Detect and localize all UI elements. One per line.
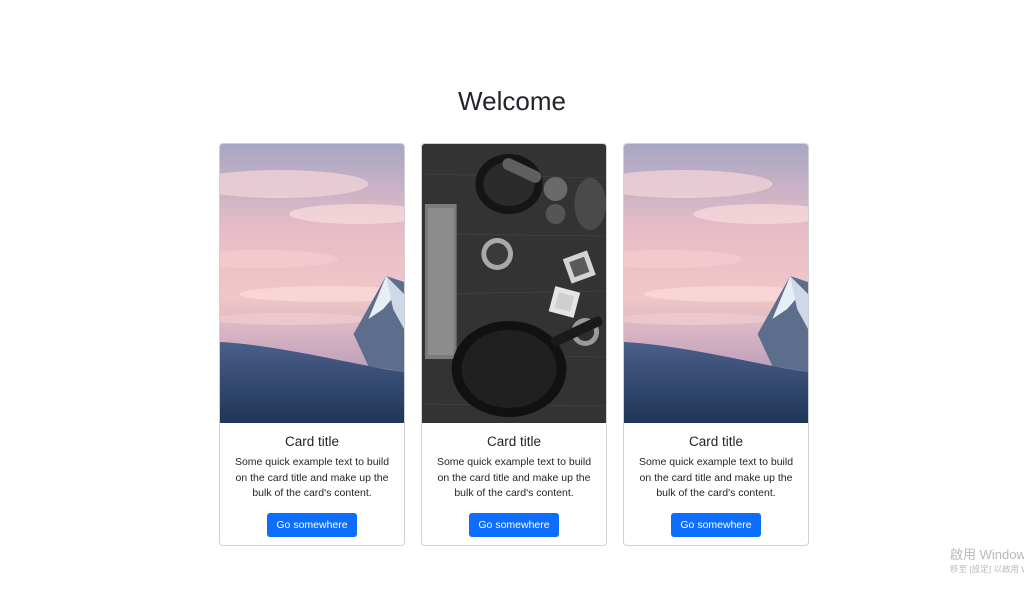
- card-image-mountain: [220, 144, 404, 423]
- watermark-line-1: 啟用 Windows: [950, 547, 1024, 562]
- card-text: Some quick example text to build on the …: [436, 456, 592, 499]
- card-title: Card title: [284, 434, 340, 449]
- go-somewhere-button[interactable]: Go somewhere: [267, 512, 357, 537]
- watermark-line-2: 移至 [設定] 以啟用 Windows。: [950, 564, 1024, 574]
- page-title: Welcome: [458, 86, 566, 116]
- card-image-kitchen: [422, 144, 606, 423]
- go-somewhere-button[interactable]: Go somewhere: [671, 512, 761, 537]
- card-row: Card title Some quick example text to bu…: [219, 143, 809, 546]
- card-text: Some quick example text to build on the …: [234, 456, 390, 499]
- card-2: Card title Some quick example text to bu…: [421, 143, 607, 546]
- go-somewhere-button[interactable]: Go somewhere: [469, 512, 559, 537]
- card-3: Card title Some quick example text to bu…: [623, 143, 809, 546]
- card-body: Card title Some quick example text to bu…: [220, 423, 404, 537]
- card-body: Card title Some quick example text to bu…: [624, 423, 808, 537]
- card-title: Card title: [688, 434, 744, 449]
- card-title: Card title: [486, 434, 542, 449]
- card-body: Card title Some quick example text to bu…: [422, 423, 606, 537]
- card-text: Some quick example text to build on the …: [638, 456, 794, 499]
- card-image-mountain: [624, 144, 808, 423]
- page: Welcome Card title Some quick example te…: [0, 0, 1024, 604]
- card-1: Card title Some quick example text to bu…: [219, 143, 405, 546]
- windows-activation-watermark: 啟用 Windows 移至 [設定] 以啟用 Windows。: [950, 547, 1024, 575]
